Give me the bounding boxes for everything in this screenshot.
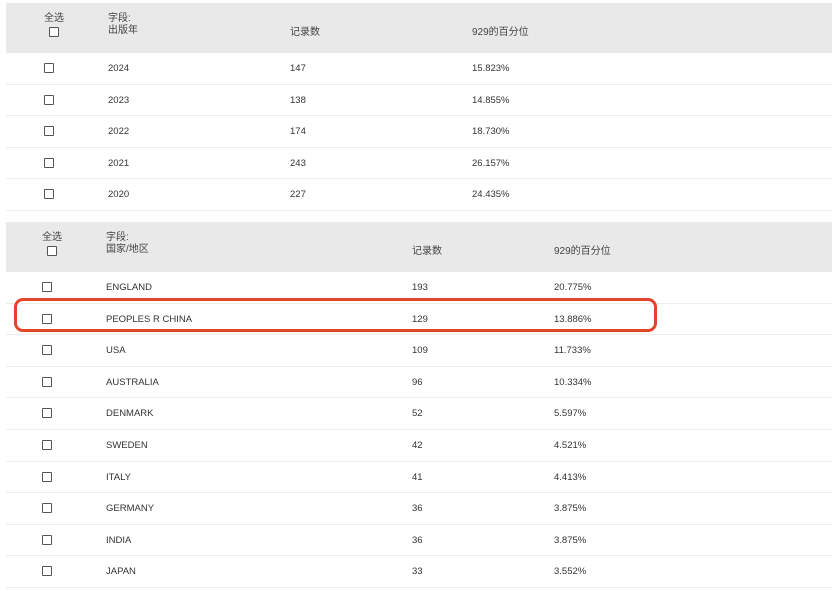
- row-record-count: 42: [412, 439, 423, 451]
- select-all-checkbox[interactable]: [47, 246, 57, 256]
- row-value: PEOPLES R CHINA: [106, 313, 193, 325]
- row-value: 2023: [108, 94, 130, 106]
- field-name: 出版年: [108, 25, 138, 36]
- row-checkbox[interactable]: [42, 313, 52, 324]
- table-row: 2023 138 14.855%: [6, 85, 832, 117]
- table-row: INDIA 36 3.875%: [6, 525, 832, 557]
- row-record-count: 174: [290, 126, 306, 138]
- row-percent: 15.823%: [472, 63, 510, 74]
- row-checkbox[interactable]: [42, 471, 52, 482]
- row-checkbox[interactable]: [42, 566, 52, 577]
- table-row: SWEDEN 42 4.521%: [6, 430, 832, 462]
- table-row: ITALY 41 4.413%: [6, 462, 832, 494]
- select-all-checkbox[interactable]: [49, 27, 59, 37]
- row-record-count: 52: [412, 408, 423, 420]
- field-label: 字段:: [106, 232, 129, 243]
- row-value: SWEDEN: [106, 439, 148, 451]
- row-record-count: 41: [412, 471, 423, 483]
- row-record-count: 147: [290, 63, 306, 74]
- row-value: DENMARK: [106, 408, 154, 420]
- row-value: JAPAN: [106, 566, 136, 578]
- row-percent: 13.886%: [554, 313, 592, 325]
- row-record-count: 36: [412, 503, 423, 515]
- row-record-count: 138: [290, 94, 306, 106]
- row-checkbox[interactable]: [42, 282, 52, 292]
- row-record-count: 193: [412, 282, 428, 293]
- table-row: PEOPLES R CHINA 129 13.886%: [6, 304, 832, 336]
- row-percent: 14.855%: [472, 94, 510, 106]
- table-row: 2021 243 26.157%: [6, 148, 832, 180]
- table-row: AUSTRALIA 96 10.334%: [6, 367, 832, 399]
- row-checkbox[interactable]: [44, 189, 54, 200]
- row-record-count: 129: [412, 313, 428, 325]
- row-percent: 18.730%: [472, 126, 510, 138]
- table-row: USA 109 11.733%: [6, 335, 832, 367]
- row-checkbox[interactable]: [42, 503, 52, 514]
- row-percent: 3.875%: [554, 534, 587, 546]
- row-checkbox[interactable]: [44, 94, 54, 105]
- row-checkbox[interactable]: [44, 157, 54, 168]
- row-value: ITALY: [106, 471, 131, 483]
- row-value: INDIA: [106, 534, 132, 546]
- field-label: 字段:: [108, 13, 131, 24]
- row-value: GERMANY: [106, 503, 155, 515]
- table-row: GERMANY 36 3.875%: [6, 493, 832, 525]
- field-header: 字段: 国家/地区: [106, 232, 149, 256]
- table-row: 2020 227 24.435%: [6, 179, 832, 211]
- table-body: ENGLAND 193 20.775% PEOPLES R CHINA 129 13.88…: [6, 272, 832, 588]
- select-all-label: 全选: [44, 13, 64, 24]
- table-row: 2024 147 15.823%: [6, 53, 832, 85]
- record-count-header[interactable]: 记录数: [412, 246, 442, 258]
- row-value: 2020: [108, 189, 130, 201]
- select-all[interactable]: 全选: [42, 232, 62, 260]
- row-checkbox[interactable]: [42, 408, 52, 419]
- row-percent: 5.597%: [554, 408, 587, 420]
- select-all-label: 全选: [42, 232, 62, 243]
- row-checkbox[interactable]: [44, 63, 54, 73]
- table-row: JAPAN 33 3.552%: [6, 556, 832, 588]
- row-record-count: 243: [290, 157, 306, 169]
- publication-year-table: 全选 字段: 出版年 记录数 929的百分位 2024 147 15.823% 202…: [6, 3, 832, 211]
- row-percent: 10.334%: [554, 376, 592, 388]
- row-checkbox[interactable]: [42, 345, 52, 356]
- row-percent: 24.435%: [472, 189, 510, 201]
- country-region-table: 全选 字段: 国家/地区 记录数 929的百分位 ENGLAND 193 20.77…: [6, 222, 832, 588]
- row-value: USA: [106, 345, 126, 357]
- row-percent: 3.875%: [554, 503, 587, 515]
- row-checkbox[interactable]: [44, 126, 54, 137]
- select-all[interactable]: 全选: [44, 13, 64, 41]
- row-percent: 4.413%: [554, 471, 587, 483]
- row-percent: 26.157%: [472, 157, 510, 169]
- row-percent: 3.552%: [554, 566, 587, 578]
- row-value: ENGLAND: [106, 282, 152, 293]
- table-body: 2024 147 15.823% 2023 138 14.855% 2022 174 18.73…: [6, 53, 832, 211]
- row-value: 2021: [108, 157, 130, 169]
- percent-header[interactable]: 929的百分位: [472, 27, 529, 39]
- row-value: 2024: [108, 63, 130, 74]
- field-header: 字段: 出版年: [108, 13, 138, 37]
- row-record-count: 36: [412, 534, 423, 546]
- row-record-count: 33: [412, 566, 423, 578]
- row-checkbox[interactable]: [42, 376, 52, 387]
- row-checkbox[interactable]: [42, 439, 52, 450]
- table-row: 2022 174 18.730%: [6, 116, 832, 148]
- row-record-count: 109: [412, 345, 428, 357]
- row-percent: 11.733%: [554, 345, 591, 357]
- row-percent: 20.775%: [554, 282, 592, 293]
- row-checkbox[interactable]: [42, 534, 52, 545]
- row-value: AUSTRALIA: [106, 376, 159, 388]
- row-record-count: 227: [290, 189, 306, 201]
- field-name: 国家/地区: [106, 244, 149, 255]
- row-value: 2022: [108, 126, 130, 138]
- table-header: 全选 字段: 出版年 记录数 929的百分位: [6, 3, 832, 53]
- table-row: DENMARK 52 5.597%: [6, 398, 832, 430]
- record-count-header[interactable]: 记录数: [290, 27, 320, 39]
- table-header: 全选 字段: 国家/地区 记录数 929的百分位: [6, 222, 832, 272]
- row-percent: 4.521%: [554, 439, 587, 451]
- table-row: ENGLAND 193 20.775%: [6, 272, 832, 304]
- percent-header[interactable]: 929的百分位: [554, 246, 611, 258]
- row-record-count: 96: [412, 376, 423, 388]
